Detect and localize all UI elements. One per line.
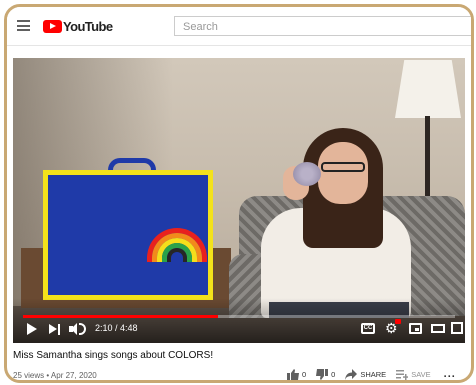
progress-fill — [23, 315, 218, 318]
like-button[interactable]: 0 — [287, 368, 307, 380]
youtube-logo[interactable]: YouTube — [43, 18, 113, 34]
search-input[interactable] — [175, 18, 471, 36]
share-button[interactable]: SHARE — [345, 368, 387, 380]
time-display: 2:10 / 4:48 — [95, 323, 138, 333]
save-button[interactable]: SAVE — [396, 369, 431, 380]
logo-text: YouTube — [63, 18, 113, 34]
share-icon — [345, 368, 358, 380]
dislike-icon — [316, 368, 329, 380]
captions-icon[interactable]: CC — [361, 323, 375, 334]
youtube-play-icon — [43, 19, 62, 33]
presenter — [318, 142, 368, 204]
hd-badge — [395, 319, 401, 324]
next-icon[interactable] — [49, 324, 61, 335]
top-bar: YouTube — [7, 7, 471, 46]
menu-icon[interactable] — [17, 20, 30, 31]
progress-bar[interactable] — [23, 315, 455, 318]
save-icon — [396, 369, 409, 380]
lamp — [395, 60, 461, 118]
miniplayer-icon[interactable] — [409, 323, 422, 334]
search-box — [174, 16, 471, 36]
video-title: Miss Samantha sings songs about COLORS! — [13, 350, 214, 361]
more-label: ... — [443, 368, 456, 380]
theater-icon[interactable] — [431, 324, 445, 333]
video-meta: 25 views • Apr 27, 2020 — [13, 371, 97, 380]
fullscreen-icon[interactable] — [451, 322, 463, 334]
more-icon[interactable]: ... — [441, 368, 456, 380]
save-label: SAVE — [411, 369, 431, 379]
dislike-button[interactable]: 0 — [316, 368, 336, 380]
app-frame: YouTube Search 2:10 / 4:48 CC ⚙ Miss Sam… — [4, 4, 474, 383]
video-player[interactable]: 2:10 / 4:48 CC ⚙ — [13, 58, 465, 343]
share-label: SHARE — [360, 369, 387, 379]
dislike-count: 0 — [331, 369, 336, 379]
like-count: 0 — [302, 369, 307, 379]
play-icon[interactable] — [27, 323, 37, 335]
like-icon — [287, 368, 299, 380]
rainbow-decoration — [147, 228, 207, 262]
video-actions: 0 0 SHARE SAVE ... — [287, 367, 466, 380]
